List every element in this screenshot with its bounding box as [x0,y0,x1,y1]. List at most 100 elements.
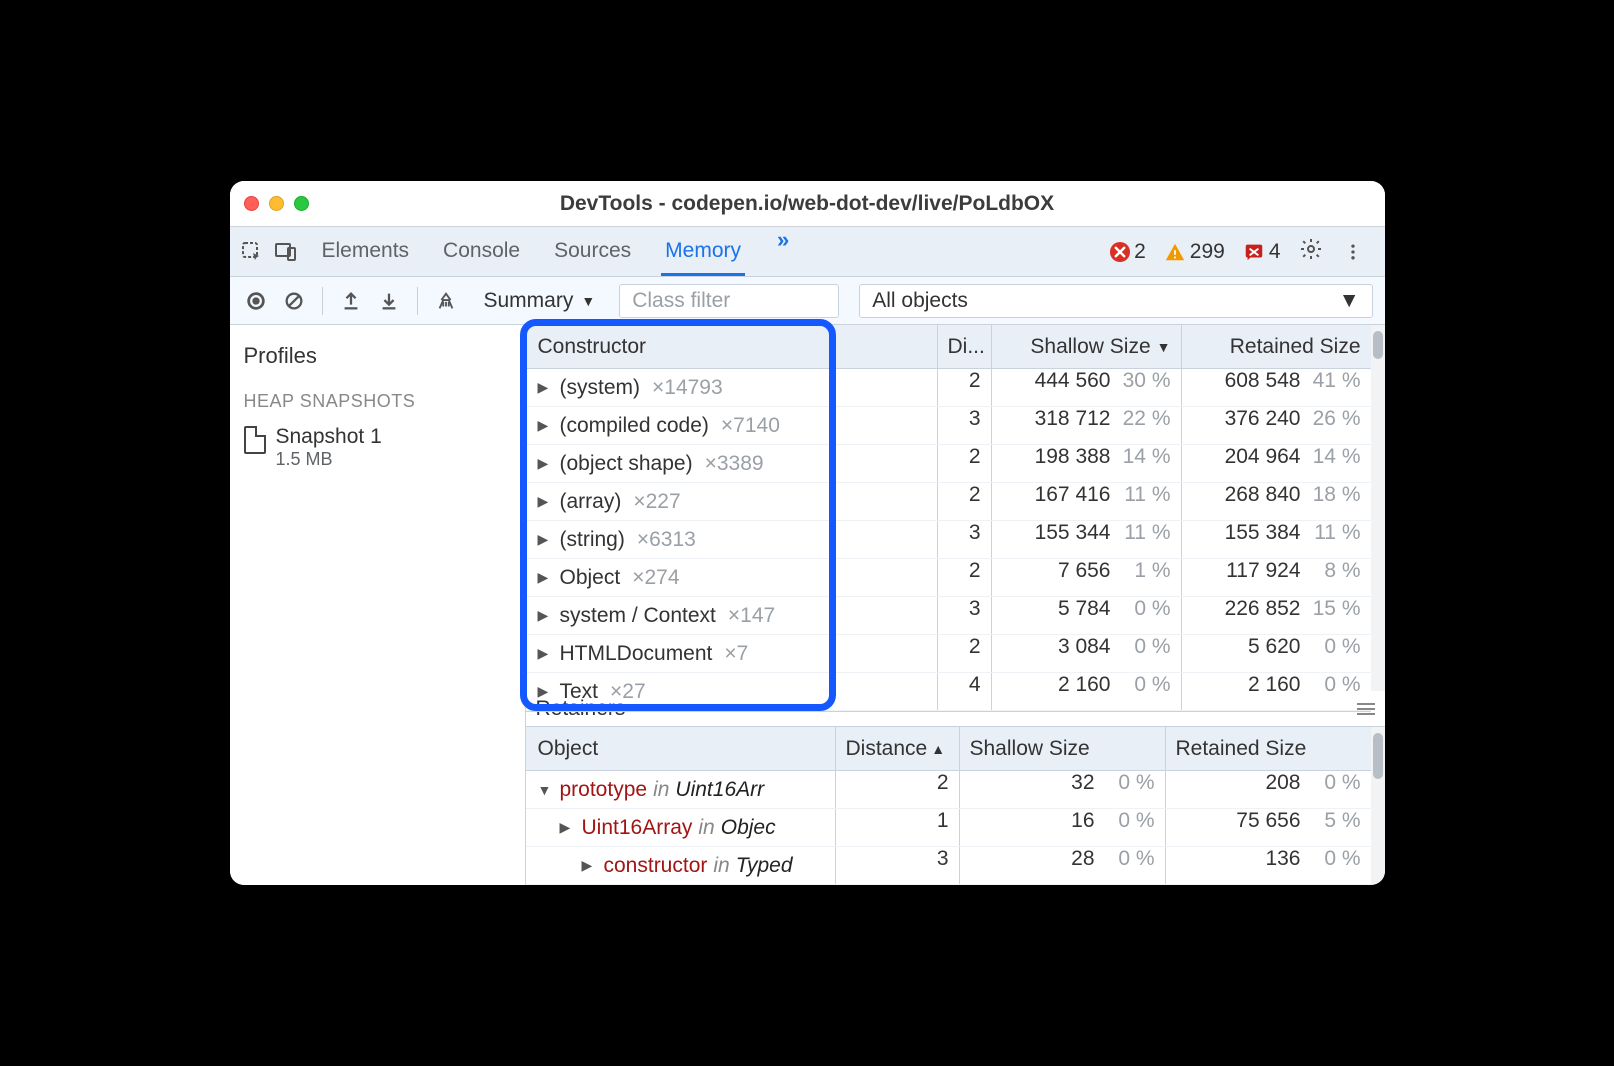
snapshot-name: Snapshot 1 [276,424,382,449]
rcol-header-distance[interactable]: Distance▲ [835,727,959,770]
distance: 2 [937,559,991,596]
type-name: Uint16Arr [675,778,764,802]
retained-size: 204 964 [1225,445,1301,482]
col-header-shallow[interactable]: Shallow Size▼ [991,325,1181,368]
class-filter-input[interactable]: Class filter [619,284,839,318]
panel-tabs: Elements Console Sources Memory » 2 299 … [230,227,1385,277]
keyword-in: in [653,778,669,802]
inspect-element-icon[interactable] [240,240,264,264]
disclosure-icon: ▼ [538,782,554,798]
snapshot-item[interactable]: Snapshot 1 1.5 MB [230,418,525,477]
table-row[interactable]: ▶Object×27427 6561 %117 9248 % [526,559,1371,597]
window-title: DevTools - codepen.io/web-dot-dev/live/P… [230,192,1385,216]
table-row[interactable]: ▶Uint16Array in Objec1160 %75 6565 % [526,809,1371,847]
collect-garbage-button[interactable] [432,287,460,315]
table-row[interactable]: ▶(array)×2272167 41611 %268 84018 % [526,483,1371,521]
retained-pct: 14 % [1311,445,1361,482]
record-button[interactable] [242,287,270,315]
table-row[interactable]: ▶HTMLDocument×723 0840 %5 6200 % [526,635,1371,673]
device-toggle-icon[interactable] [274,240,298,264]
tab-sources[interactable]: Sources [550,227,635,276]
table-row[interactable]: ▶constructor in Typed3280 %1360 % [526,847,1371,885]
constructor-name: (compiled code) [560,414,709,438]
rcol-header-object[interactable]: Object [526,737,835,761]
table-row[interactable]: ▶(system)×147932444 56030 %608 54841 % [526,369,1371,407]
rcol-header-retained[interactable]: Retained Size [1165,727,1371,770]
warnings-count[interactable]: 299 [1164,240,1225,264]
shallow-size: 318 712 [1035,407,1111,444]
table-row[interactable]: ▶(object shape)×33892198 38814 %204 9641… [526,445,1371,483]
import-button[interactable] [375,287,403,315]
shallow-size: 155 344 [1035,521,1111,558]
shallow-pct: 0 % [1105,809,1155,846]
distance: 3 [937,407,991,444]
table-row[interactable]: ▼prototype in Uint16Arr2320 %2080 % [526,771,1371,809]
table-row[interactable]: ▶(string)×63133155 34411 %155 38411 % [526,521,1371,559]
instance-count: ×27 [610,680,646,704]
property-name: constructor [604,854,708,878]
retained-pct: 0 % [1311,673,1361,710]
shallow-pct: 0 % [1121,673,1171,710]
chevron-down-icon: ▼ [581,293,595,309]
zoom-window-button[interactable] [294,196,309,211]
object-scope-select[interactable]: All objects ▼ [859,284,1372,318]
tab-memory[interactable]: Memory [661,227,745,276]
export-button[interactable] [337,287,365,315]
property-name: Uint16Array [582,816,693,840]
close-window-button[interactable] [244,196,259,211]
constructor-name: (system) [560,376,641,400]
rcol-header-shallow[interactable]: Shallow Size [959,727,1165,770]
tab-console[interactable]: Console [439,227,524,276]
constructors-table: Constructor Di... Shallow Size▼ Retained… [526,325,1371,712]
table-row[interactable]: ▶Text×2742 1600 %2 1600 % [526,673,1371,711]
shallow-size: 7 656 [1058,559,1111,596]
view-select[interactable]: Summary ▼ [470,285,610,317]
issue-icon [1243,241,1265,263]
constructor-name: HTMLDocument [560,642,713,666]
table-row[interactable]: ▶system / Context×14735 7840 %226 85215 … [526,597,1371,635]
shallow-pct: 30 % [1121,369,1171,406]
chevron-down-icon: ▼ [1339,289,1360,313]
disclosure-icon: ▶ [538,569,554,586]
property-name: prototype [560,778,648,802]
tabs-overflow-button[interactable]: » [777,227,789,276]
sidebar-section-heap: HEAP SNAPSHOTS [244,391,511,412]
retained-pct: 0 % [1311,771,1361,808]
table-row[interactable]: ▶(compiled code)×71403318 71222 %376 240… [526,407,1371,445]
retained-size: 155 384 [1225,521,1301,558]
keyword-in: in [713,854,729,878]
retained-pct: 5 % [1311,809,1361,846]
disclosure-icon: ▶ [538,493,554,510]
clear-button[interactable] [280,287,308,315]
memory-main: Constructor Di... Shallow Size▼ Retained… [526,325,1385,885]
more-options-icon[interactable] [1341,240,1365,264]
instance-count: ×14793 [652,376,723,400]
minimize-window-button[interactable] [269,196,284,211]
shallow-pct: 0 % [1105,771,1155,808]
tab-elements[interactable]: Elements [318,227,414,276]
disclosure-icon: ▶ [538,417,554,434]
distance: 2 [835,771,959,808]
type-name: Objec [721,816,776,840]
shallow-size: 32 [1071,771,1094,808]
retained-size: 608 548 [1225,369,1301,406]
shallow-pct: 14 % [1121,445,1171,482]
settings-icon[interactable] [1299,237,1323,267]
scrollbar-retainers[interactable] [1371,727,1385,885]
col-header-constructor[interactable]: Constructor [526,335,937,359]
col-header-distance[interactable]: Di... [937,325,991,368]
errors-count[interactable]: 2 [1110,240,1146,264]
retained-pct: 15 % [1311,597,1361,634]
retained-pct: 0 % [1311,847,1361,884]
shallow-size: 198 388 [1035,445,1111,482]
col-header-retained[interactable]: Retained Size [1181,325,1371,368]
issues-count[interactable]: 4 [1243,240,1281,264]
distance: 2 [937,635,991,672]
shallow-pct: 1 % [1121,559,1171,596]
traffic-lights [244,196,309,211]
distance: 4 [937,673,991,710]
scrollbar-constructors[interactable] [1371,325,1385,691]
retained-pct: 8 % [1311,559,1361,596]
constructor-name: (object shape) [560,452,693,476]
issues-count-value: 4 [1269,240,1281,264]
